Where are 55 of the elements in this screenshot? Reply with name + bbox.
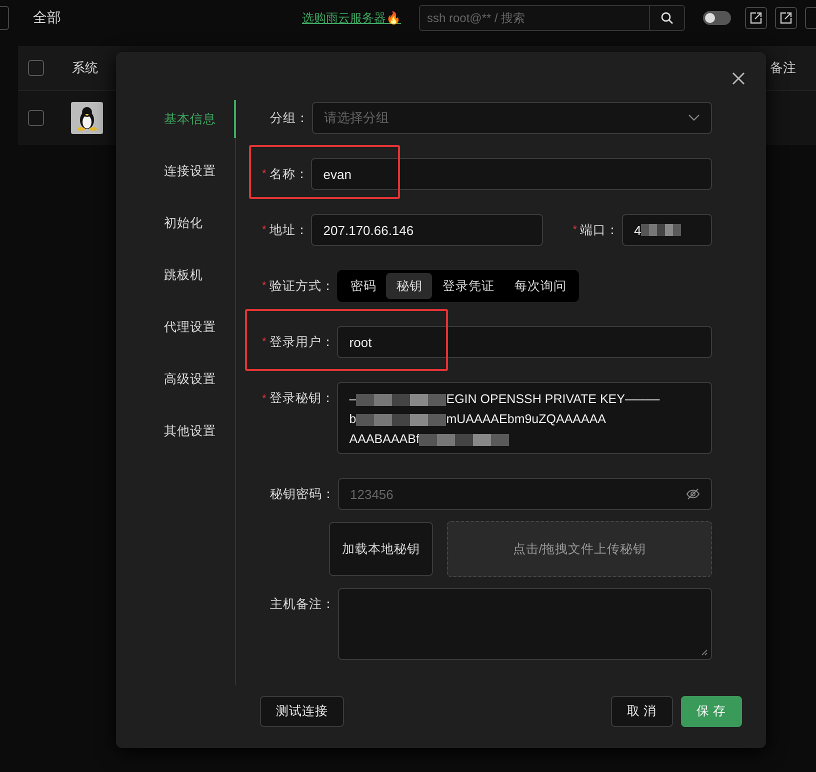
- field-label: 地址：: [269, 222, 308, 238]
- nav-tab[interactable]: 其他设置: [116, 412, 236, 464]
- nav-tab[interactable]: 基本信息: [116, 100, 236, 138]
- nav-tab[interactable]: 代理设置: [116, 308, 236, 360]
- nav-tab[interactable]: 初始化: [116, 204, 236, 256]
- toggle-switch[interactable]: [703, 11, 731, 25]
- resize-handle-icon[interactable]: [701, 649, 708, 656]
- field-label: 端口：: [580, 222, 619, 238]
- required-mark: *: [262, 280, 266, 292]
- export-button[interactable]: [775, 7, 797, 29]
- input-field[interactable]: 4: [622, 214, 712, 246]
- load-key-button[interactable]: 加载本地秘钥: [329, 522, 433, 576]
- nav-tab[interactable]: 跳板机: [116, 256, 236, 308]
- dialog-button[interactable]: 测试连接: [260, 696, 344, 727]
- field-label: 主机备注：: [270, 596, 335, 613]
- text-area[interactable]: – EGIN OPENSSH PRIVATE KEY––––– b mUAAAAEbm9uZQAAAAAA AAABAAABf: [337, 382, 712, 454]
- column-header: 系统: [72, 59, 98, 77]
- export-icon[interactable]: [780, 12, 792, 24]
- required-mark: *: [572, 224, 577, 236]
- field-label: 验证方式：: [269, 278, 334, 294]
- select-all-checkbox[interactable]: [28, 60, 44, 76]
- panel-edge: [0, 6, 9, 30]
- dialog-button[interactable]: 保 存: [680, 696, 742, 727]
- required-mark: *: [262, 224, 266, 236]
- required-mark: *: [262, 336, 266, 348]
- input-field[interactable]: evan: [311, 158, 712, 190]
- search-icon[interactable]: [661, 12, 673, 24]
- nav-tab[interactable]: 连接设置: [116, 152, 236, 204]
- export-icon[interactable]: [750, 12, 762, 24]
- column-header: 备注: [770, 59, 796, 77]
- eye-slash-icon[interactable]: [686, 488, 700, 500]
- segment-option[interactable]: 每次询问: [504, 273, 576, 299]
- dialog-button[interactable]: 取 消: [611, 696, 673, 727]
- redaction-mosaic: [641, 224, 682, 236]
- promo-link[interactable]: 选购雨云服务器🔥: [302, 10, 401, 26]
- field-label: 登录秘钥：: [269, 390, 334, 407]
- field-label: 秘钥密码：: [270, 486, 335, 502]
- segment-option[interactable]: 秘钥: [386, 273, 432, 299]
- chevron-down-icon[interactable]: [688, 114, 700, 122]
- field-label: 名称：: [269, 166, 308, 182]
- segment-option[interactable]: 密码: [340, 273, 386, 299]
- penguin-icon: [75, 105, 99, 131]
- page-title: 全部: [33, 9, 61, 27]
- upload-dropzone[interactable]: 点击/拖拽文件上传秘钥: [447, 521, 712, 577]
- required-mark: *: [262, 392, 266, 404]
- row-checkbox[interactable]: [28, 110, 44, 126]
- segment-option[interactable]: 登录凭证: [432, 273, 504, 299]
- field-label: 登录用户：: [269, 334, 334, 350]
- required-mark: *: [262, 168, 266, 180]
- close-icon[interactable]: [732, 72, 745, 85]
- input-field[interactable]: root: [337, 326, 712, 358]
- field-label: 分组：: [270, 110, 309, 126]
- input-field[interactable]: 207.170.66.146: [311, 214, 543, 246]
- nav-tab[interactable]: 高级设置: [116, 360, 236, 412]
- export-button[interactable]: [745, 7, 767, 29]
